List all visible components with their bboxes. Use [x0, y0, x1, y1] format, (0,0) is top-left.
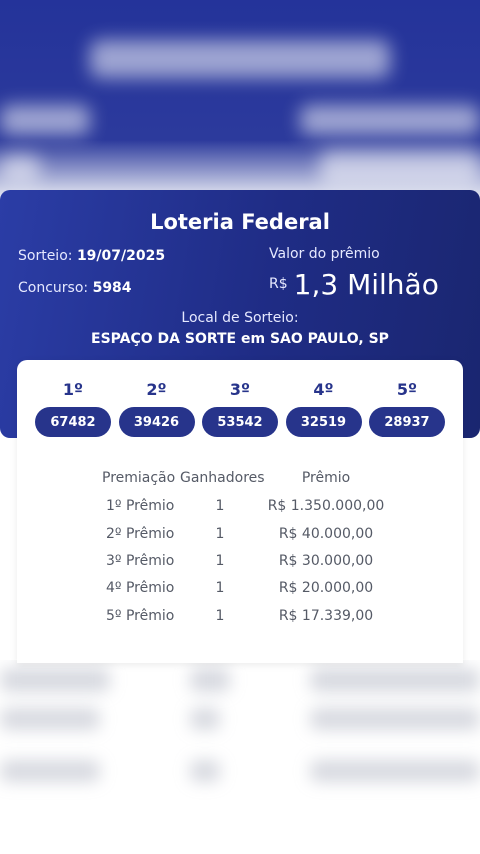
cell-prize: R$ 1.350.000,00: [267, 498, 385, 514]
cell-prize: R$ 30.000,00: [278, 553, 374, 569]
contest-label: Concurso:: [18, 280, 89, 296]
table-row: 1º Prêmio 1 R$ 1.350.000,00: [17, 498, 463, 525]
table-row: 5º Prêmio 1 R$ 17.339,00: [17, 608, 463, 635]
table-row: 4º Prêmio 1 R$ 20.000,00: [17, 580, 463, 607]
contest-row: Concurso: 5984: [18, 280, 132, 296]
cell-tier: 3º Prêmio: [106, 553, 175, 569]
result-4: 4º 32519: [285, 380, 362, 437]
result-number-badge: 32519: [285, 407, 362, 437]
result-2: 2º 39426: [118, 380, 195, 437]
cell-tier: 4º Prêmio: [106, 580, 175, 596]
result-3: 3º 53542: [202, 380, 278, 437]
draw-location-label: Local de Sorteio:: [181, 310, 299, 326]
table-row: 3º Prêmio 1 R$ 30.000,00: [17, 553, 463, 580]
blurred-header-background: [0, 0, 480, 200]
cell-winners: 1: [215, 498, 225, 514]
draw-date-label: Sorteio:: [18, 248, 73, 264]
table-header-row: Premiação Ganhadores Prêmio: [17, 470, 463, 497]
result-number-badge: 67482: [35, 407, 111, 437]
cell-winners: 1: [215, 526, 225, 542]
header-ganhadores: Ganhadores: [180, 470, 265, 486]
result-number-badge: 53542: [202, 407, 278, 437]
result-1: 1º 67482: [35, 380, 111, 437]
drawn-numbers: 1º 67482 2º 39426 3º 53542 4º 32519 5º 2…: [35, 380, 445, 437]
result-number-badge: 28937: [369, 407, 445, 437]
card-title: Loteria Federal: [150, 210, 330, 234]
prize-currency: R$: [269, 276, 288, 292]
cell-winners: 1: [215, 580, 225, 596]
header-premio: Prêmio: [301, 470, 351, 486]
result-5: 5º 28937: [369, 380, 445, 437]
draw-date-value: 19/07/2025: [76, 248, 166, 264]
cell-prize: R$ 17.339,00: [278, 608, 374, 624]
draw-location-value: ESPAÇO DA SORTE em SAO PAULO, SP: [91, 331, 389, 347]
result-number-badge: 39426: [118, 407, 195, 437]
results-panel: 1º 67482 2º 39426 3º 53542 4º 32519 5º 2…: [17, 360, 463, 663]
result-ordinal: 1º: [62, 380, 84, 399]
result-ordinal: 3º: [229, 380, 251, 399]
prize-label: Valor do prêmio: [269, 246, 380, 262]
cell-winners: 1: [215, 553, 225, 569]
cell-prize: R$ 40.000,00: [278, 526, 374, 542]
contest-number: 5984: [92, 280, 132, 296]
draw-date-row: Sorteio: 19/07/2025: [18, 248, 165, 264]
cell-tier: 2º Prêmio: [106, 526, 175, 542]
result-ordinal: 2º: [146, 380, 167, 399]
cell-winners: 1: [215, 608, 225, 624]
blurred-table-background: [0, 660, 480, 854]
result-ordinal: 5º: [396, 380, 418, 399]
result-ordinal: 4º: [313, 380, 334, 399]
cell-prize: R$ 20.000,00: [278, 580, 374, 596]
table-row: 2º Prêmio 1 R$ 40.000,00: [17, 526, 463, 553]
cell-tier: 1º Prêmio: [106, 498, 175, 514]
prize-amount: 1,3 Milhão: [293, 268, 439, 301]
prize-value: R$ 1,3 Milhão: [269, 268, 439, 301]
header-premiacao: Premiação: [102, 470, 176, 486]
cell-tier: 5º Prêmio: [106, 608, 175, 624]
